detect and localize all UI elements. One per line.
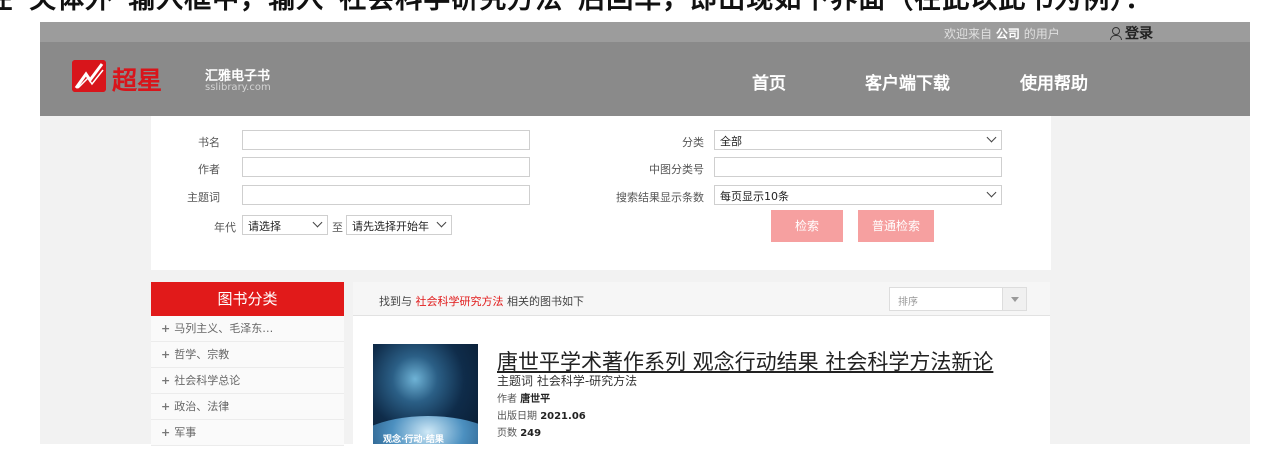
page: 在"关体外"输入框中，输入"社会科学研究方法"后回车，即出现如下界面（在此以此书… bbox=[0, 0, 1268, 476]
subject-input[interactable] bbox=[242, 185, 530, 205]
per-page-select[interactable]: 每页显示10条 bbox=[714, 185, 1002, 205]
login-label: 登录 bbox=[1125, 26, 1153, 42]
user-icon bbox=[1110, 27, 1122, 40]
category-item-label: 马列主义、毛泽东… bbox=[174, 322, 274, 335]
era-to-label: 至 bbox=[332, 221, 343, 234]
clc-input[interactable] bbox=[714, 157, 1002, 177]
normal-search-button[interactable]: 普通检索 bbox=[858, 210, 934, 242]
nav-home[interactable]: 首页 bbox=[752, 69, 786, 94]
author-label: 作者 bbox=[198, 163, 220, 176]
category-item-label: 哲学、宗教 bbox=[174, 348, 230, 361]
chevron-down-icon bbox=[312, 217, 323, 228]
pages-meta-value: 249 bbox=[520, 428, 542, 439]
plus-icon: + bbox=[161, 374, 171, 387]
top-bar: 欢迎来自 公司 的用户 登录 bbox=[40, 22, 1250, 42]
logo-text: 超星 bbox=[112, 66, 163, 95]
results-panel: 找到与 社会科学研究方法 相关的图书如下 排序 观念·行动·结果 唐世平学术著作… bbox=[353, 282, 1050, 444]
category-sidebar: 图书分类 + 马列主义、毛泽东… + 哲学、宗教 + 社会科学总论 + 政治、法律 + 军… bbox=[151, 282, 344, 446]
logo-icon bbox=[72, 60, 106, 92]
plus-icon: + bbox=[161, 322, 171, 335]
chevron-down-icon bbox=[436, 217, 447, 228]
title-input[interactable] bbox=[242, 130, 530, 150]
subject-meta-label: 主题词 bbox=[497, 374, 534, 388]
instruction-text-strip: 在"关体外"输入框中，输入"社会科学研究方法"后回车，即出现如下界面（在此以此书… bbox=[0, 0, 1268, 22]
welcome-company: 公司 bbox=[995, 27, 1020, 41]
date-meta-value: 2021.06 bbox=[540, 411, 586, 422]
results-prefix: 找到与 bbox=[379, 295, 412, 308]
per-page-value: 每页显示10条 bbox=[720, 190, 789, 203]
category-item[interactable]: + 社会科学总论 bbox=[151, 368, 344, 394]
per-page-label: 搜索结果显示条数 bbox=[616, 191, 704, 204]
results-keyword: 社会科学研究方法 bbox=[415, 295, 504, 308]
category-item-label: 社会科学总论 bbox=[174, 374, 241, 387]
advanced-search-panel: 书名 作者 主题词 年代 请选择 至 请先选择开始年 分类 全部 中图分类号 搜… bbox=[151, 116, 1051, 270]
author-meta-label: 作者 bbox=[497, 394, 517, 405]
clc-label: 中图分类号 bbox=[649, 163, 704, 176]
sort-placeholder: 排序 bbox=[898, 297, 918, 308]
category-value: 全部 bbox=[720, 135, 742, 148]
era-label: 年代 bbox=[214, 221, 236, 234]
category-item-label: 军事 bbox=[174, 426, 197, 439]
plus-icon: + bbox=[161, 348, 171, 361]
book-pages: 页数 249 bbox=[497, 424, 541, 439]
subject-meta-value: 社会科学-研究方法 bbox=[536, 374, 638, 388]
main-content: 书名 作者 主题词 年代 请选择 至 请先选择开始年 分类 全部 中图分类号 搜… bbox=[40, 116, 1250, 446]
category-item-label: 政治、法律 bbox=[174, 400, 230, 413]
plus-icon: + bbox=[161, 400, 171, 413]
category-select[interactable]: 全部 bbox=[714, 130, 1002, 150]
era-to-select[interactable]: 请先选择开始年 bbox=[346, 215, 452, 235]
results-bar: 找到与 社会科学研究方法 相关的图书如下 排序 bbox=[353, 282, 1050, 316]
nav-client-download[interactable]: 客户端下载 bbox=[865, 69, 950, 94]
era-to-value: 请先选择开始年 bbox=[352, 220, 429, 233]
brand-domain: sslibrary.com bbox=[205, 82, 271, 93]
results-suffix: 相关的图书如下 bbox=[507, 295, 584, 308]
chevron-down-icon bbox=[986, 132, 997, 143]
book-subject: 主题词 社会科学-研究方法 bbox=[497, 372, 637, 389]
book-cover[interactable]: 观念·行动·结果 bbox=[373, 344, 478, 444]
nav-help[interactable]: 使用帮助 bbox=[1020, 69, 1088, 94]
category-item[interactable]: + 哲学、宗教 bbox=[151, 342, 344, 368]
book-author: 作者 唐世平 bbox=[497, 390, 550, 405]
site-logo[interactable]: 超星 汇雅电子书 sslibrary.com bbox=[72, 58, 271, 96]
site-header: 超星 汇雅电子书 sslibrary.com 首页 客户端下载 使用帮助 bbox=[40, 42, 1250, 116]
era-from-value: 请选择 bbox=[248, 220, 281, 233]
subject-label: 主题词 bbox=[187, 191, 220, 204]
author-input[interactable] bbox=[242, 157, 530, 177]
chevron-down-icon bbox=[986, 187, 997, 198]
search-button[interactable]: 检索 bbox=[771, 210, 843, 242]
welcome-suffix: 的用户 bbox=[1023, 27, 1060, 41]
welcome-message: 欢迎来自 公司 的用户 bbox=[944, 25, 1060, 42]
category-header: 图书分类 bbox=[151, 282, 344, 316]
cover-title: 观念·行动·结果 bbox=[383, 435, 444, 444]
welcome-prefix: 欢迎来自 bbox=[944, 27, 993, 41]
results-summary: 找到与 社会科学研究方法 相关的图书如下 bbox=[379, 293, 584, 309]
instruction-text: 在"关体外"输入框中，输入"社会科学研究方法"后回车，即出现如下界面（在此以此书… bbox=[0, 0, 1153, 13]
author-meta-value: 唐世平 bbox=[520, 394, 551, 405]
chevron-down-icon bbox=[1002, 288, 1026, 310]
era-from-select[interactable]: 请选择 bbox=[242, 215, 328, 235]
category-label: 分类 bbox=[682, 136, 704, 149]
title-label: 书名 bbox=[198, 136, 220, 149]
sort-select[interactable]: 排序 bbox=[889, 287, 1027, 311]
category-item[interactable]: + 政治、法律 bbox=[151, 394, 344, 420]
plus-icon: + bbox=[161, 426, 171, 439]
book-date: 出版日期 2021.06 bbox=[497, 407, 586, 422]
login-link[interactable]: 登录 bbox=[1110, 23, 1153, 43]
category-item[interactable]: + 军事 bbox=[151, 420, 344, 446]
date-meta-label: 出版日期 bbox=[497, 411, 537, 422]
pages-meta-label: 页数 bbox=[497, 428, 517, 439]
category-item[interactable]: + 马列主义、毛泽东… bbox=[151, 316, 344, 342]
